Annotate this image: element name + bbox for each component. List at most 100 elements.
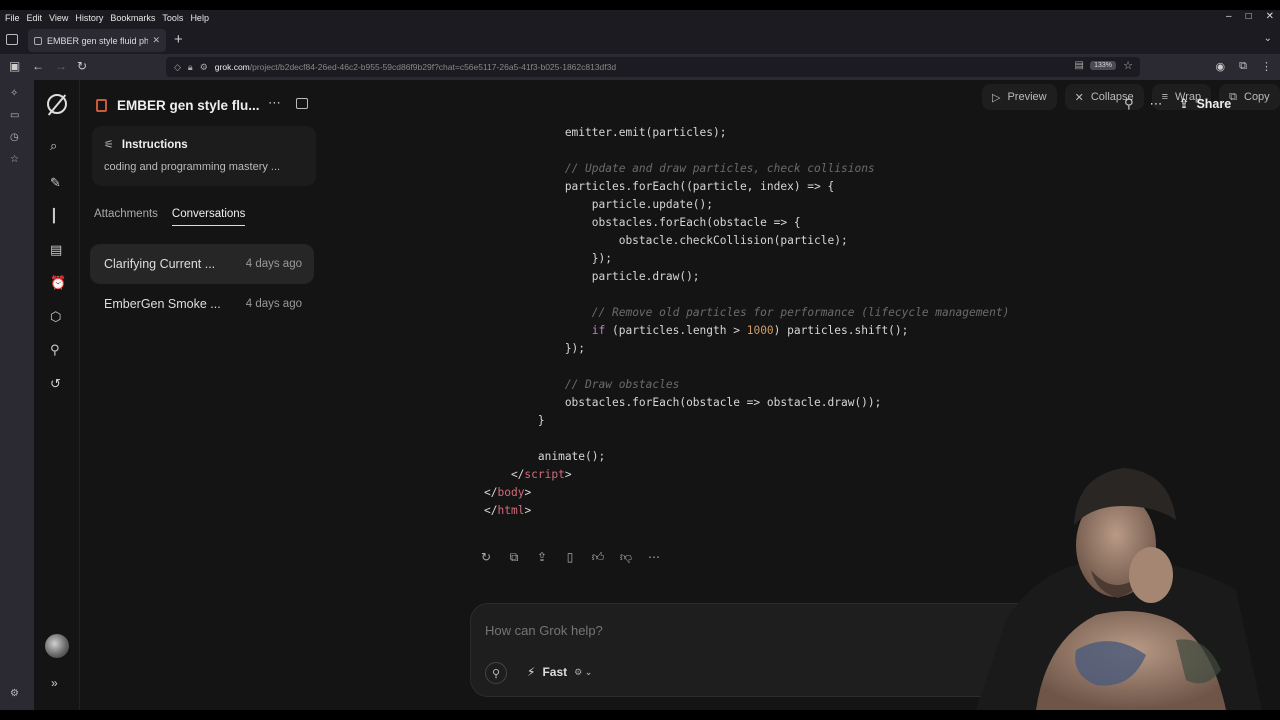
account-icon[interactable]: ◉ (1216, 60, 1226, 73)
grok-logo-icon[interactable] (47, 94, 67, 114)
conversation-item[interactable]: Clarifying Current ... 4 days ago (90, 244, 314, 284)
forward-icon[interactable]: → (55, 59, 67, 73)
synced-tabs-icon[interactable]: ▭ (10, 110, 19, 121)
menu-edit[interactable]: Edit (26, 13, 49, 23)
bookmarks-icon[interactable]: ☆ (10, 154, 19, 165)
ai-chat-icon[interactable]: ✧ (10, 88, 18, 99)
history-rail-icon[interactable]: ↺ (50, 376, 61, 392)
search-icon[interactable]: ⌕ (50, 138, 57, 154)
code-line: obstacles.forEach(obstacle => { (484, 214, 1009, 232)
code-token-comment: // Update and draw particles, check coll… (564, 162, 875, 175)
permissions-icon[interactable]: ⚙ (200, 62, 208, 73)
voice-icon[interactable]: ┃ (50, 208, 58, 224)
bookmark-icon[interactable]: ▯ (562, 550, 578, 565)
code-token-plain: obstacles.forEach(obstacle => obstacle.d… (484, 396, 882, 409)
tab-conversations[interactable]: Conversations (171, 208, 246, 226)
panel-toggle-icon[interactable] (296, 98, 308, 109)
menu-bookmarks[interactable]: Bookmarks (109, 13, 161, 23)
menu-help[interactable]: Help (189, 13, 215, 23)
screen: File Edit View History Bookmarks Tools H… (0, 0, 1280, 720)
tab-attachments[interactable]: Attachments (94, 208, 158, 226)
more-header-icon[interactable]: ⋯ (1150, 96, 1163, 112)
share-button[interactable]: ⇪ Share (1179, 96, 1232, 112)
chat-input[interactable] (485, 623, 985, 638)
chevron-down-icon[interactable]: ⌄ (1264, 33, 1272, 44)
more-options-icon[interactable]: ⋯ (268, 95, 281, 111)
code-token-plain: </ (484, 468, 525, 481)
chevron-down-icon: ⚙ ⌄ (574, 666, 593, 677)
favicon-icon (34, 36, 42, 45)
customize-sidebar-icon[interactable]: ⚙ (10, 688, 19, 699)
history-icon[interactable]: ◷ (10, 132, 19, 143)
window-controls: – □ ✕ (1226, 11, 1274, 22)
menu-tools[interactable]: Tools (161, 13, 189, 23)
browser-menubar: File Edit View History Bookmarks Tools H… (0, 10, 1280, 26)
code-line: if (particles.length > 1000) particles.s… (484, 322, 1009, 340)
minimize-icon[interactable]: – (1226, 11, 1232, 22)
project-header: EMBER gen style flu... ⋯ (96, 95, 316, 115)
menu-history[interactable]: History (74, 13, 109, 23)
url-path: /project/b2decf84-26ed-46c2-b955-59cd86f… (249, 62, 617, 72)
menu-file[interactable]: File (4, 13, 26, 23)
code-content[interactable]: emitter.emit(particles); // Update and d… (484, 124, 1009, 520)
pin-icon[interactable]: ⚲ (50, 342, 60, 358)
code-line: particles.forEach((particle, index) => { (484, 178, 1009, 196)
thumbs-down-icon[interactable]: 👎︎ (618, 550, 634, 565)
pin-chat-icon[interactable]: ⚲ (1124, 96, 1134, 112)
close-window-icon[interactable]: ✕ (1266, 11, 1274, 22)
sidebar-toggle-icon[interactable]: ▣ (9, 59, 20, 73)
avatar[interactable] (45, 634, 69, 658)
shield-icon[interactable]: ◇ (174, 62, 181, 73)
menu-icon[interactable]: ⋮ (1261, 60, 1272, 73)
code-token-plain: } (484, 414, 545, 427)
copy-message-icon[interactable]: ⧉ (506, 550, 522, 565)
code-token-plain: particle.update(); (484, 198, 714, 211)
new-chat-icon[interactable]: ✎ (50, 175, 61, 191)
browser-tab-active[interactable]: EMBER gen style fluid physi ✕ (28, 29, 166, 52)
conversation-item[interactable]: EmberGen Smoke ... 4 days ago (90, 284, 314, 324)
browser-sidebar: ✧ ▭ ◷ ☆ ⚙ (0, 80, 34, 710)
menu-view[interactable]: View (48, 13, 74, 23)
code-token-tag: script (524, 468, 565, 481)
copy-label: Copy (1244, 91, 1270, 103)
project-title[interactable]: EMBER gen style flu... (117, 98, 260, 113)
more-actions-icon[interactable]: ⋯ (646, 550, 662, 565)
extensions-icon[interactable]: ⧉ (1239, 60, 1247, 73)
projects-icon[interactable]: ⬡ (50, 309, 61, 325)
maximize-icon[interactable]: □ (1246, 11, 1252, 22)
tasks-icon[interactable]: ⏰ (50, 275, 66, 291)
model-label: Fast (542, 665, 568, 679)
tab-close-icon[interactable]: ✕ (152, 35, 160, 46)
code-line: </html> (484, 502, 1009, 520)
new-tab-icon[interactable]: + (174, 31, 183, 48)
code-token-comment: // Remove old particles for performance … (591, 306, 1010, 319)
preview-button[interactable]: ▷ Preview (982, 84, 1057, 110)
reload-icon[interactable]: ↻ (77, 59, 87, 73)
conversation-time: 4 days ago (245, 258, 302, 270)
code-token-plain: animate(); (484, 450, 606, 463)
code-token-plain: (particles.length > (605, 324, 747, 337)
code-line: </body> (484, 484, 1009, 502)
files-icon[interactable]: ▤ (50, 242, 62, 258)
tab-overview-icon[interactable] (6, 34, 18, 45)
expand-sidebar-icon[interactable]: » (51, 676, 58, 690)
reader-view-icon[interactable]: ▤ (1075, 60, 1084, 71)
thumbs-up-icon[interactable]: 👍︎ (590, 550, 606, 565)
collapse-icon: ✕ (1074, 91, 1084, 104)
back-icon[interactable]: ← (32, 59, 44, 73)
share-label: Share (1196, 97, 1232, 111)
browser-navbar: ▣ ← → ↻ ◇ 🔒︎ ⚙ grok.com/project/b2decf84… (0, 54, 1280, 80)
model-selector[interactable]: ⚡︎ Fast ⚙ ⌄ (527, 665, 592, 679)
attach-icon[interactable]: ⚲ (485, 662, 507, 684)
lock-icon[interactable]: 🔒︎ (188, 62, 193, 73)
project-icon (96, 98, 107, 112)
zoom-level-badge[interactable]: 133% (1090, 61, 1116, 70)
instructions-card[interactable]: ⚟ Instructions coding and programming ma… (92, 126, 316, 186)
share-message-icon[interactable]: ⇪ (534, 550, 550, 565)
bookmark-star-icon[interactable]: ☆ (1123, 59, 1133, 72)
regenerate-icon[interactable]: ↻ (478, 550, 494, 565)
preview-label: Preview (1007, 91, 1047, 103)
url-bar[interactable]: ◇ 🔒︎ ⚙ grok.com/project/b2decf84-26ed-46… (166, 57, 1140, 77)
